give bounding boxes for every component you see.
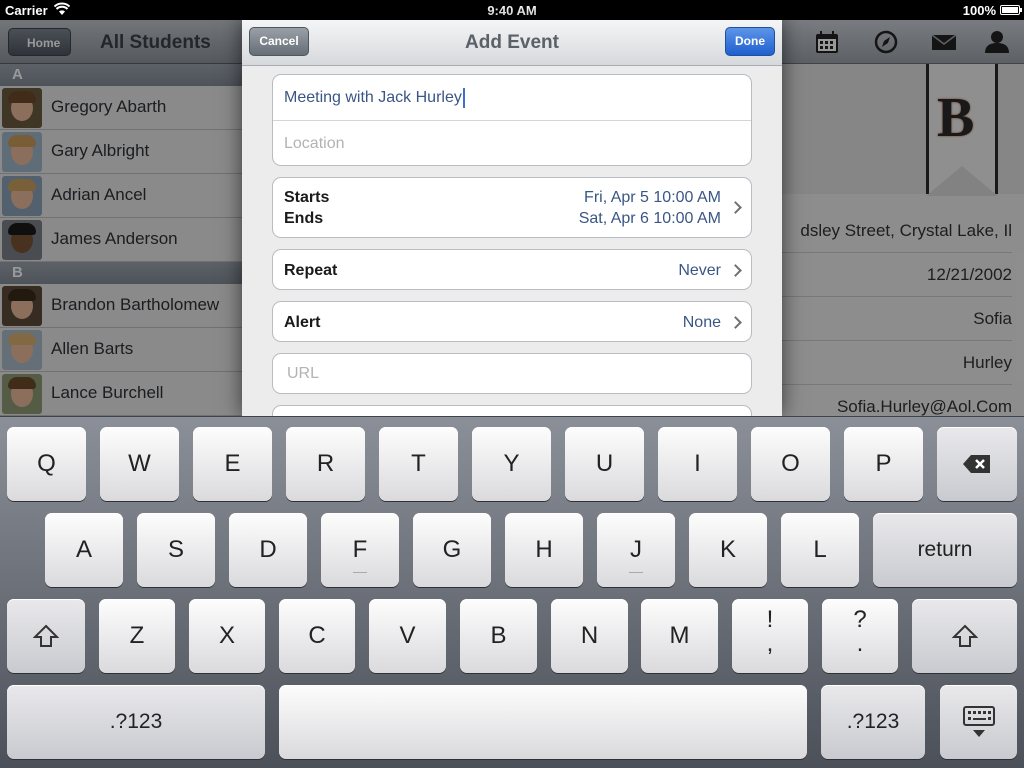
keyboard-dismiss-icon [962,706,995,737]
key-d[interactable]: D [229,513,307,587]
key-b[interactable]: B [460,599,537,673]
key-l[interactable]: L [781,513,859,587]
key-a[interactable]: A [45,513,123,587]
clock: 9:40 AM [487,3,537,18]
key-q[interactable]: Q [7,427,86,501]
modal-nav-bar: Cancel Add Event Done [242,20,782,66]
key-j-label: J [630,536,642,563]
key-question-period[interactable]: ? . [822,599,898,673]
key-f[interactable]: F [321,513,399,587]
starts-value: Fri, Apr 5 10:00 AM [584,189,721,206]
key-w[interactable]: W [100,427,179,501]
on-screen-keyboard: Q W E R T Y U I O P A S D F G H J K L re… [0,416,1024,768]
key-z[interactable]: Z [99,599,175,673]
shift-icon [32,624,60,647]
dismiss-keyboard-key[interactable] [940,685,1017,759]
return-key[interactable]: return [873,513,1017,587]
ends-label: Ends [284,210,324,227]
key-x[interactable]: X [189,599,265,673]
url-placeholder: URL [287,365,320,382]
home-row-marker [629,572,643,573]
key-m[interactable]: M [641,599,718,673]
key-e[interactable]: E [193,427,272,501]
chevron-right-icon [729,264,742,277]
repeat-value: Never [678,262,721,279]
chevron-right-icon [729,201,742,214]
alert-value: None [682,314,721,331]
add-event-modal: Cancel Add Event Done Meeting with Jack … [242,20,782,416]
status-bar: Carrier 9:40 AM 100% [0,0,1024,20]
ends-value: Sat, Apr 6 10:00 AM [578,210,721,227]
battery-percent: 100% [962,3,996,18]
key-h[interactable]: H [505,513,583,587]
key-p[interactable]: P [844,427,923,501]
url-field[interactable]: URL [272,353,752,394]
key-j[interactable]: J [597,513,675,587]
key-question-bottom: . [856,630,864,657]
text-caret [462,87,465,108]
chevron-right-icon [729,316,742,329]
starts-ends-row[interactable]: Starts Ends Fri, Apr 5 10:00 AM Sat, Apr… [272,177,752,238]
shift-icon [951,624,978,647]
key-u[interactable]: U [565,427,644,501]
key-t[interactable]: T [379,427,458,501]
backspace-key[interactable] [937,427,1017,501]
modal-title: Add Event [465,32,559,53]
numbers-key-right[interactable]: .?123 [821,685,925,759]
numbers-key-left[interactable]: .?123 [7,685,265,759]
notes-field[interactable] [272,405,752,416]
location-placeholder: Location [284,135,345,152]
repeat-label: Repeat [284,262,338,279]
location-field[interactable]: Location [273,120,751,165]
key-g[interactable]: G [413,513,491,587]
alert-label: Alert [284,314,321,331]
key-o[interactable]: O [751,427,830,501]
key-n[interactable]: N [551,599,628,673]
starts-label: Starts [284,189,330,206]
key-c[interactable]: C [279,599,355,673]
done-button[interactable]: Done [725,27,775,56]
key-y[interactable]: Y [472,427,551,501]
shift-right-key[interactable] [912,599,1017,673]
key-i[interactable]: I [658,427,737,501]
key-k[interactable]: K [689,513,767,587]
home-row-marker [353,572,367,573]
key-f-label: F [352,536,368,563]
battery-icon [1000,5,1022,15]
key-exclaim-bottom: , [766,630,774,657]
shift-left-key[interactable] [7,599,85,673]
title-location-group: Meeting with Jack Hurley Location [272,74,752,166]
key-exclaim-comma[interactable]: ! , [732,599,808,673]
alert-row[interactable]: Alert None [272,301,752,342]
repeat-row[interactable]: Repeat Never [272,249,752,290]
event-title-field[interactable]: Meeting with Jack Hurley [273,75,751,120]
key-v[interactable]: V [369,599,446,673]
space-key[interactable] [279,685,807,759]
event-title-value: Meeting with Jack Hurley [284,89,462,106]
key-r[interactable]: R [286,427,365,501]
key-s[interactable]: S [137,513,215,587]
backspace-icon [963,455,990,473]
